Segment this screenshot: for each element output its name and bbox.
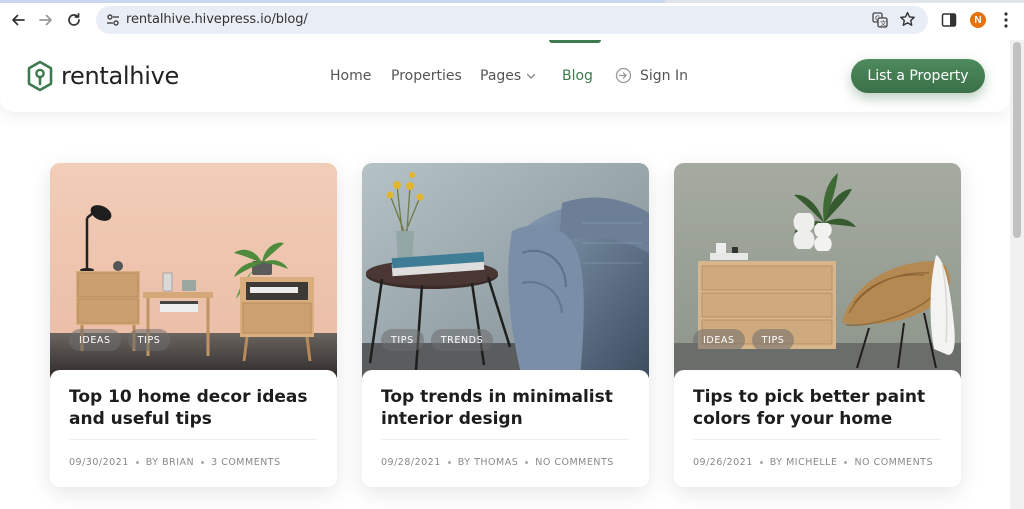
post-title[interactable]: Top 10 home decor ideas and useful tips	[69, 386, 324, 430]
tag-tips[interactable]: TIPS	[381, 329, 424, 351]
tag-ideas[interactable]: IDEAS	[693, 329, 745, 351]
post-tags: IDEAS TIPS	[693, 329, 795, 351]
chevron-down-icon	[527, 73, 536, 79]
meta-separator	[447, 461, 451, 464]
tag-trends[interactable]: TRENDS	[430, 329, 494, 351]
dresser-rattan-chair-photo[interactable]: IDEAS TIPS	[674, 163, 961, 378]
svg-text:文: 文	[880, 19, 887, 28]
card-divider	[693, 439, 941, 440]
logo-text: rentalhive	[61, 62, 179, 90]
site-header: rentalhive Home Properties Pages Blog Si…	[0, 40, 1010, 112]
card-body: Top 10 home decor ideas and useful tips …	[50, 370, 337, 487]
card-body: Tips to pick better paint colors for you…	[674, 370, 961, 487]
back-arrow-icon[interactable]	[7, 9, 29, 31]
translate-icon[interactable]: G文	[872, 12, 888, 28]
post-title[interactable]: Tips to pick better paint colors for you…	[693, 386, 948, 430]
nav-pages[interactable]: Pages	[480, 68, 536, 84]
active-tab-edge	[0, 0, 665, 3]
post-date[interactable]: 09/26/2021	[693, 457, 753, 468]
post-author[interactable]: BY MICHELLE	[770, 457, 838, 468]
nav-properties[interactable]: Properties	[391, 68, 462, 84]
tag-ideas[interactable]: IDEAS	[69, 329, 121, 351]
blog-post-card[interactable]: TIPS TRENDS Top trends in minimalist int…	[362, 163, 649, 487]
post-meta: 09/30/2021 BY BRIAN 3 COMMENTS	[69, 457, 281, 468]
post-tags: TIPS TRENDS	[381, 329, 494, 351]
more-menu-icon[interactable]	[999, 10, 1013, 30]
forward-arrow-icon[interactable]	[35, 9, 57, 31]
tab-strip-edge	[0, 0, 1024, 3]
post-comments[interactable]: NO COMMENTS	[854, 457, 933, 468]
meta-separator	[201, 461, 205, 464]
sign-in-icon[interactable]	[615, 67, 632, 84]
list-property-button[interactable]: List a Property	[851, 59, 985, 93]
armchair-side-table-photo[interactable]: TIPS TRENDS	[362, 163, 649, 378]
meta-separator	[759, 461, 763, 464]
browser-toolbar: rentalhive.hivepress.io/blog/ G文 N	[0, 0, 1024, 40]
page-scrollbar[interactable]	[1010, 40, 1024, 509]
card-divider	[69, 439, 317, 440]
site-settings-icon[interactable]	[105, 12, 121, 28]
meta-separator	[844, 461, 848, 464]
post-meta: 09/28/2021 BY THOMAS NO COMMENTS	[381, 457, 614, 468]
nav-sign-in[interactable]: Sign In	[640, 68, 688, 84]
post-comments[interactable]: 3 COMMENTS	[211, 457, 281, 468]
post-date[interactable]: 09/28/2021	[381, 457, 441, 468]
blog-post-card[interactable]: IDEAS TIPS Top 10 home decor ideas and u…	[50, 163, 337, 487]
blog-post-card[interactable]: IDEAS TIPS Tips to pick better paint col…	[674, 163, 961, 487]
nav-pages-label: Pages	[480, 68, 522, 84]
tag-tips[interactable]: TIPS	[751, 329, 795, 351]
card-body: Top trends in minimalist interior design…	[362, 370, 649, 487]
site-logo[interactable]: rentalhive	[26, 60, 179, 92]
nav-home[interactable]: Home	[330, 68, 371, 84]
post-date[interactable]: 09/30/2021	[69, 457, 129, 468]
profile-avatar[interactable]: N	[970, 12, 986, 28]
bookmark-star-icon[interactable]	[899, 11, 916, 28]
meta-separator	[135, 461, 139, 464]
reload-icon[interactable]	[63, 9, 85, 31]
post-tags: IDEAS TIPS	[69, 329, 171, 351]
url-text[interactable]: rentalhive.hivepress.io/blog/	[126, 12, 308, 27]
post-title[interactable]: Top trends in minimalist interior design	[381, 386, 636, 430]
post-comments[interactable]: NO COMMENTS	[535, 457, 614, 468]
nav-blog[interactable]: Blog	[562, 68, 593, 84]
scrollbar-thumb[interactable]	[1013, 42, 1021, 238]
page-viewport: rentalhive Home Properties Pages Blog Si…	[0, 40, 1010, 509]
bedroom-decor-photo[interactable]: IDEAS TIPS	[50, 163, 337, 378]
address-bar[interactable]: rentalhive.hivepress.io/blog/ G文	[96, 6, 928, 34]
side-panel-icon[interactable]	[941, 12, 957, 28]
post-meta: 09/26/2021 BY MICHELLE NO COMMENTS	[693, 457, 933, 468]
post-author[interactable]: BY BRIAN	[146, 457, 194, 468]
meta-separator	[525, 461, 529, 464]
hive-logo-icon	[27, 60, 53, 92]
active-nav-indicator	[549, 40, 601, 43]
card-divider	[381, 439, 629, 440]
tag-tips[interactable]: TIPS	[127, 329, 171, 351]
post-author[interactable]: BY THOMAS	[458, 457, 518, 468]
